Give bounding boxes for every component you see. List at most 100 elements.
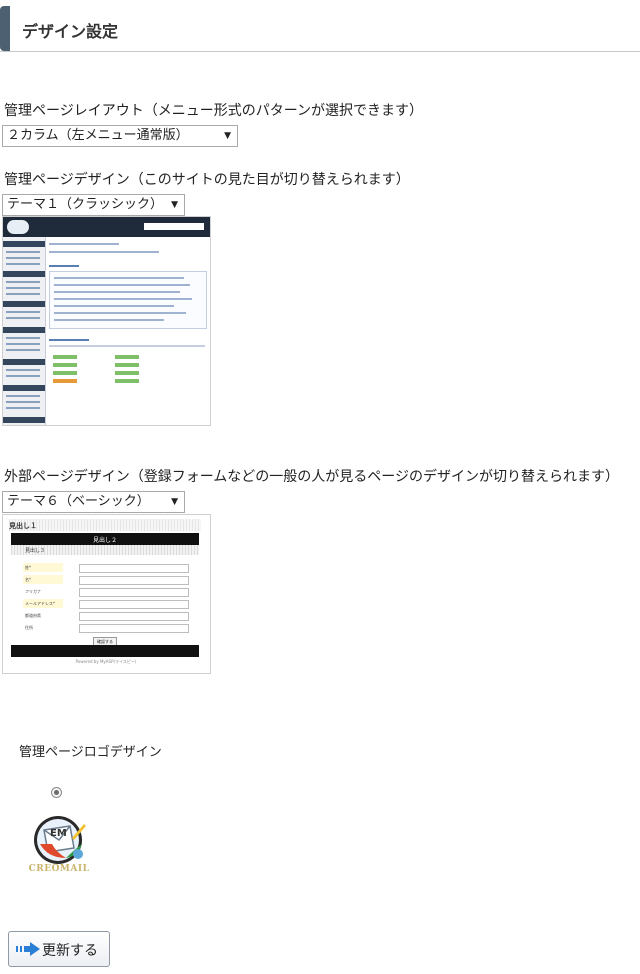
preview-field-label: フリガナ <box>23 587 63 596</box>
preview-link <box>115 371 139 375</box>
preview-logo <box>7 220 29 234</box>
preview-side-line <box>6 281 40 283</box>
preview-form-row: 姓* <box>23 563 189 573</box>
preview-link <box>53 355 77 359</box>
preview-form-row: 名* <box>23 575 189 585</box>
preview-link <box>53 371 77 375</box>
preview-field-input <box>79 612 189 621</box>
preview-form-row: フリガナ <box>23 587 189 597</box>
preview-text-line <box>49 339 89 341</box>
preview-side-line <box>6 293 40 295</box>
preview-text-line <box>54 291 180 293</box>
preview-text-line <box>54 284 190 286</box>
preview-heading3: 見出し３ <box>25 548 46 554</box>
preview-side-head <box>3 271 45 277</box>
preview-side-head <box>3 301 45 307</box>
preview-text-line <box>54 277 184 279</box>
triangle-down-icon: ▼ <box>224 131 231 141</box>
preview-news-box <box>49 271 207 329</box>
preview-field-input <box>79 564 189 573</box>
preview-text-line <box>54 312 186 314</box>
update-button-label: 更新する <box>42 943 98 959</box>
preview-heading2: 見出し２ <box>92 537 117 544</box>
preview-text-line <box>49 345 205 347</box>
preview-field-input <box>79 600 189 609</box>
preview-side-line <box>6 349 40 351</box>
preview-side-line <box>6 369 40 371</box>
preview-text-line <box>54 305 174 307</box>
preview-text-line <box>54 319 164 321</box>
creomail-logo-icon: EM <box>34 816 86 864</box>
page-title: デザイン設定 <box>22 22 119 41</box>
right-arrow-icon <box>16 942 40 956</box>
preview-form: 姓* 名* フリガナ メールアドレス* 都道府県 住所 <box>11 555 199 645</box>
preview-side-head <box>3 327 45 333</box>
creomail-logo-text: CREOMAIL <box>28 864 90 874</box>
preview-field-input <box>79 624 189 633</box>
page-heading: デザイン設定 <box>0 6 640 52</box>
preview-text-line <box>49 243 119 245</box>
preview-side-head <box>3 241 45 247</box>
preview-link <box>53 363 77 367</box>
preview-form-row: メールアドレス* <box>23 599 189 609</box>
triangle-down-icon: ▼ <box>171 200 178 210</box>
admin-design-label: 管理ページデザイン（このサイトの見た目が切り替えられます） <box>4 172 410 188</box>
creomail-logo: EM CREOMAIL <box>26 814 94 878</box>
preview-side-head <box>3 359 45 365</box>
admin-theme-preview <box>2 216 211 426</box>
preview-side-line <box>6 401 40 403</box>
preview-text-line <box>49 251 159 253</box>
preview-link <box>115 355 139 359</box>
preview-powered-by: Powered by MyASP(マイスピー) <box>75 659 137 664</box>
admin-design-selected: テーマ１（クラッシック） <box>7 197 164 212</box>
preview-main <box>49 241 207 421</box>
preview-side-line <box>6 263 40 265</box>
admin-layout-selected: ２カラム（左メニュー通常版） <box>7 128 189 143</box>
preview-field-label: 姓* <box>23 563 63 572</box>
admin-layout-select[interactable]: ２カラム（左メニュー通常版） ▼ <box>2 125 238 147</box>
preview-heading1: 見出し１ <box>9 522 37 530</box>
update-button[interactable]: 更新する <box>8 931 110 967</box>
logo-design-label: 管理ページロゴデザイン <box>19 745 162 760</box>
external-design-selected: テーマ６（ベーシック） <box>7 494 150 509</box>
preview-field-label: 名* <box>23 575 63 584</box>
triangle-down-icon: ▼ <box>171 497 178 507</box>
preview-field-label: 都道府県 <box>23 611 63 620</box>
preview-search-box <box>144 223 204 230</box>
preview-link <box>115 379 139 383</box>
preview-heading2-bar: 見出し２ <box>11 533 199 545</box>
preview-field-input <box>79 576 189 585</box>
preview-field-label: メールアドレス* <box>23 599 63 608</box>
heading-accent-bar <box>0 6 10 51</box>
preview-field-input <box>79 588 189 597</box>
preview-side-line <box>6 395 40 397</box>
preview-side-head <box>3 385 45 391</box>
admin-design-select[interactable]: テーマ１（クラッシック） ▼ <box>2 194 185 216</box>
preview-side-line <box>6 251 40 253</box>
preview-side-line <box>6 375 40 377</box>
preview-side-line <box>6 317 40 319</box>
preview-side-line <box>6 287 40 289</box>
preview-field-label: 住所 <box>23 623 63 632</box>
preview-nav-bar <box>3 217 210 237</box>
preview-sidebar <box>3 237 46 425</box>
preview-side-line <box>6 311 40 313</box>
preview-side-line <box>6 337 40 339</box>
preview-side-line <box>6 257 40 259</box>
logo-radio[interactable] <box>51 787 62 798</box>
preview-text-line <box>54 298 192 300</box>
preview-text-line <box>49 265 79 267</box>
preview-form-row: 住所 <box>23 623 189 633</box>
preview-link <box>53 379 77 383</box>
svg-text:EM: EM <box>50 828 67 839</box>
preview-footer-bar <box>11 645 199 657</box>
admin-layout-label: 管理ページレイアウト（メニュー形式のパターンが選択できます） <box>4 103 424 119</box>
external-design-select[interactable]: テーマ６（ベーシック） ▼ <box>2 491 185 513</box>
radio-selected-dot <box>54 790 59 795</box>
preview-side-line <box>6 343 40 345</box>
external-theme-preview: 見出し１ 見出し２ 見出し３ 姓* 名* フリガナ メールアドレス* 都道府県 … <box>2 514 211 674</box>
preview-link <box>115 363 139 367</box>
preview-side-head <box>3 417 45 423</box>
external-design-label: 外部ページデザイン（登録フォームなどの一般の人が見るページのデザインが切り替えら… <box>4 469 620 485</box>
preview-side-line <box>6 407 40 409</box>
